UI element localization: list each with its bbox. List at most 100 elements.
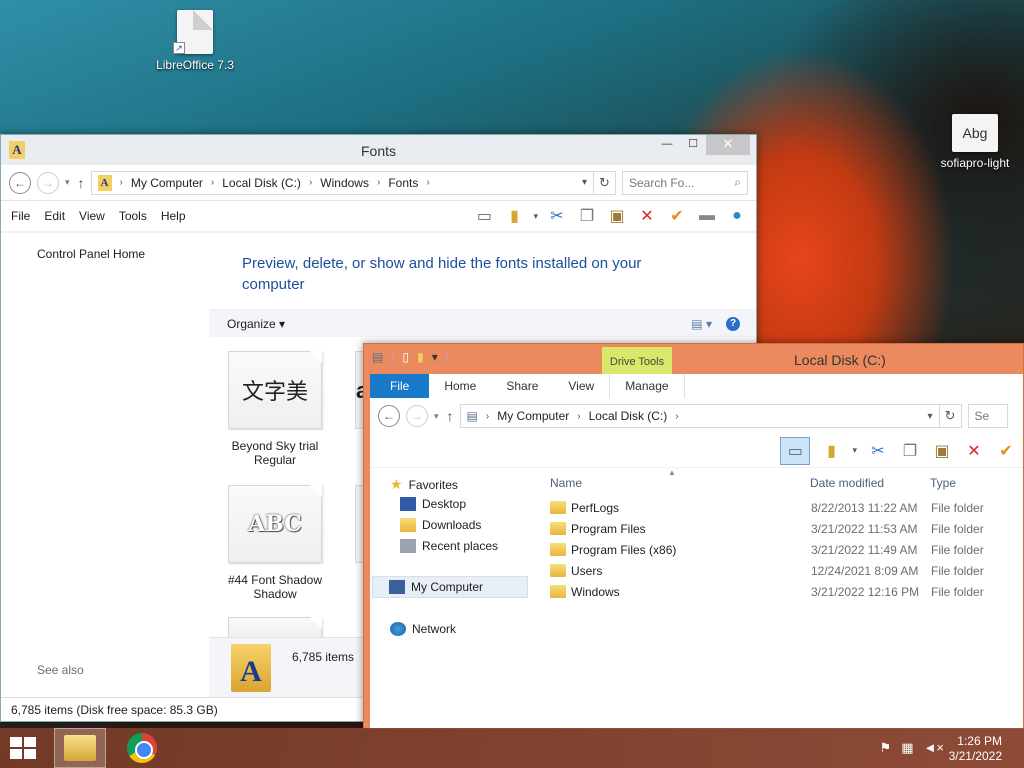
breadcrumb-separator: › — [119, 177, 123, 188]
address-dropdown-icon[interactable]: ▾ — [928, 411, 933, 422]
paste-icon[interactable]: ▣ — [606, 205, 628, 227]
font-name: Beyond Sky trial Regular — [231, 439, 319, 467]
tab-home[interactable]: Home — [429, 374, 491, 398]
maximize-button[interactable]: ☐ — [680, 135, 706, 155]
cut-icon[interactable]: ✂ — [546, 205, 568, 227]
desktop-icon-sofiapro[interactable]: Abg sofiapro-light — [935, 114, 1015, 170]
search-placeholder: Se — [974, 409, 990, 423]
up-arrow-icon[interactable]: ↑ — [78, 175, 85, 191]
refresh-button[interactable]: ↻ — [594, 170, 616, 195]
menu-edit[interactable]: Edit — [44, 209, 65, 223]
properties-icon[interactable]: ▮ — [820, 440, 842, 462]
table-row[interactable]: Users 12/24/2021 8:09 AM File folder — [550, 561, 1023, 582]
font-item[interactable]: ABC #44 Font Shadow Shadow — [225, 485, 325, 601]
taskbar-file-explorer[interactable] — [54, 728, 106, 768]
navigation-pane: ★ Favorites Desktop Downloads Recent pla… — [370, 468, 540, 728]
back-button[interactable]: ← — [378, 405, 400, 427]
preview-pane-icon[interactable]: ▭ — [780, 436, 811, 465]
tab-view[interactable]: View — [553, 374, 609, 398]
breadcrumb-item[interactable]: Local Disk (C:) — [589, 409, 668, 423]
breadcrumb-item[interactable]: My Computer — [497, 409, 569, 423]
cut-icon[interactable]: ✂ — [867, 440, 889, 462]
change-view-icon[interactable]: ▤ ▾ — [691, 317, 712, 331]
rename-icon[interactable]: ✔ — [995, 440, 1017, 462]
item-count: 6,785 items — [292, 650, 355, 664]
title-bar[interactable]: ▤ | ▯ ▮ ▾ | Drive Tools Local Disk (C:) — [364, 344, 1023, 374]
delete-icon[interactable]: ✕ — [636, 205, 658, 227]
table-row[interactable]: Windows 3/21/2022 12:16 PM File folder — [550, 582, 1023, 603]
copy-icon[interactable]: ❐ — [576, 205, 598, 227]
taskbar-chrome[interactable] — [127, 733, 157, 763]
column-header-name[interactable]: Name — [550, 476, 582, 490]
copy-icon[interactable]: ❐ — [899, 440, 921, 462]
command-bar: Organize ▾ ▤ ▾ ? — [209, 309, 756, 337]
tab-manage[interactable]: Manage — [609, 374, 685, 398]
file-date: 3/21/2022 12:16 PM — [811, 585, 920, 599]
close-button[interactable]: ✕ — [706, 135, 750, 155]
start-button[interactable] — [10, 737, 38, 759]
paste-icon[interactable]: ▣ — [931, 440, 953, 462]
back-button[interactable]: ← — [9, 171, 31, 194]
minimize-button[interactable]: — — [654, 135, 680, 155]
preview-pane-icon[interactable]: ▭ — [473, 205, 495, 227]
nav-recent-places[interactable]: Recent places — [400, 539, 498, 553]
column-header-type[interactable]: Type — [930, 476, 956, 490]
nav-favorites[interactable]: ★ Favorites — [390, 476, 458, 493]
font-name: #44 Font Shadow Shadow — [227, 573, 323, 601]
table-row[interactable]: PerfLogs 8/22/2013 11:22 AM File folder — [550, 498, 1023, 519]
column-header-date[interactable]: Date modified — [810, 476, 884, 490]
font-item[interactable]: 文字美 Beyond Sky trial Regular — [225, 351, 325, 467]
recent-locations-icon[interactable]: ▾ — [434, 411, 439, 422]
forward-button[interactable]: → — [406, 405, 428, 427]
delete-icon[interactable]: ✕ — [963, 440, 985, 462]
nav-my-computer[interactable]: My Computer — [372, 576, 528, 598]
properties-dropdown-icon[interactable]: ▾ — [852, 445, 857, 456]
address-dropdown-icon[interactable]: ▾ — [582, 177, 587, 188]
properties-icon[interactable]: ▯ — [402, 350, 409, 364]
properties-dropdown-icon[interactable]: ▾ — [533, 211, 538, 222]
menu-file[interactable]: File — [11, 209, 30, 223]
network-tray-icon[interactable]: ▦ — [901, 740, 913, 756]
customize-qat-icon[interactable]: ▾ — [432, 350, 438, 364]
properties-icon[interactable]: ▮ — [503, 205, 525, 227]
recent-locations-icon[interactable]: ▾ — [65, 177, 70, 188]
clock[interactable]: 1:26 PM 3/21/2022 — [949, 734, 1002, 764]
nav-network[interactable]: Network — [390, 622, 456, 636]
breadcrumb-item[interactable]: Windows — [320, 176, 369, 190]
nav-desktop[interactable]: Desktop — [400, 497, 466, 511]
address-bar[interactable]: A › My Computer › Local Disk (C:) › Wind… — [90, 170, 594, 195]
address-bar[interactable]: ▤ › My Computer › Local Disk (C:) › ▾ — [459, 404, 940, 428]
window-title: Fonts — [360, 143, 396, 159]
breadcrumb-item[interactable]: Local Disk (C:) — [222, 176, 301, 190]
rename-icon[interactable]: ✔ — [666, 205, 688, 227]
table-row[interactable]: Program Files 3/21/2022 11:53 AM File fo… — [550, 519, 1023, 540]
tab-file[interactable]: File — [370, 374, 430, 398]
menu-tools[interactable]: Tools — [119, 209, 147, 223]
title-bar[interactable]: A Fonts — ☐ ✕ — [1, 135, 756, 165]
table-row[interactable]: Program Files (x86) 3/21/2022 11:49 AM F… — [550, 540, 1023, 561]
refresh-button[interactable]: ↻ — [939, 404, 962, 428]
nav-downloads[interactable]: Downloads — [400, 518, 481, 532]
control-panel-home-link[interactable]: Control Panel Home — [37, 247, 145, 261]
clock-time: 1:26 PM — [957, 734, 1002, 748]
volume-muted-icon[interactable]: ◄× — [924, 740, 944, 756]
tab-share[interactable]: Share — [491, 374, 553, 398]
globe-icon[interactable]: ● — [726, 205, 748, 227]
breadcrumb-item[interactable]: My Computer — [131, 176, 203, 190]
new-window-icon[interactable]: ▬ — [696, 205, 718, 227]
organize-button[interactable]: Organize ▾ — [227, 317, 285, 331]
forward-button[interactable]: → — [37, 171, 59, 194]
action-center-icon[interactable]: ⚑ — [880, 740, 892, 756]
search-input[interactable]: Se — [967, 404, 1008, 428]
address-row: ← → ▾ ↑ ▤ › My Computer › Local Disk (C:… — [370, 398, 1023, 434]
help-icon[interactable]: ? — [726, 316, 740, 331]
computer-icon — [389, 580, 405, 594]
search-input[interactable]: Search Fo... ⌕ — [622, 170, 748, 195]
breadcrumb-separator: › — [485, 410, 490, 422]
menu-view[interactable]: View — [79, 209, 105, 223]
up-arrow-icon[interactable]: ↑ — [447, 408, 454, 424]
breadcrumb-item[interactable]: Fonts — [388, 176, 418, 190]
menu-help[interactable]: Help — [161, 209, 186, 223]
desktop-icon-libreoffice[interactable]: ↗ LibreOffice 7.3 — [155, 10, 235, 72]
new-folder-icon[interactable]: ▮ — [417, 350, 424, 364]
